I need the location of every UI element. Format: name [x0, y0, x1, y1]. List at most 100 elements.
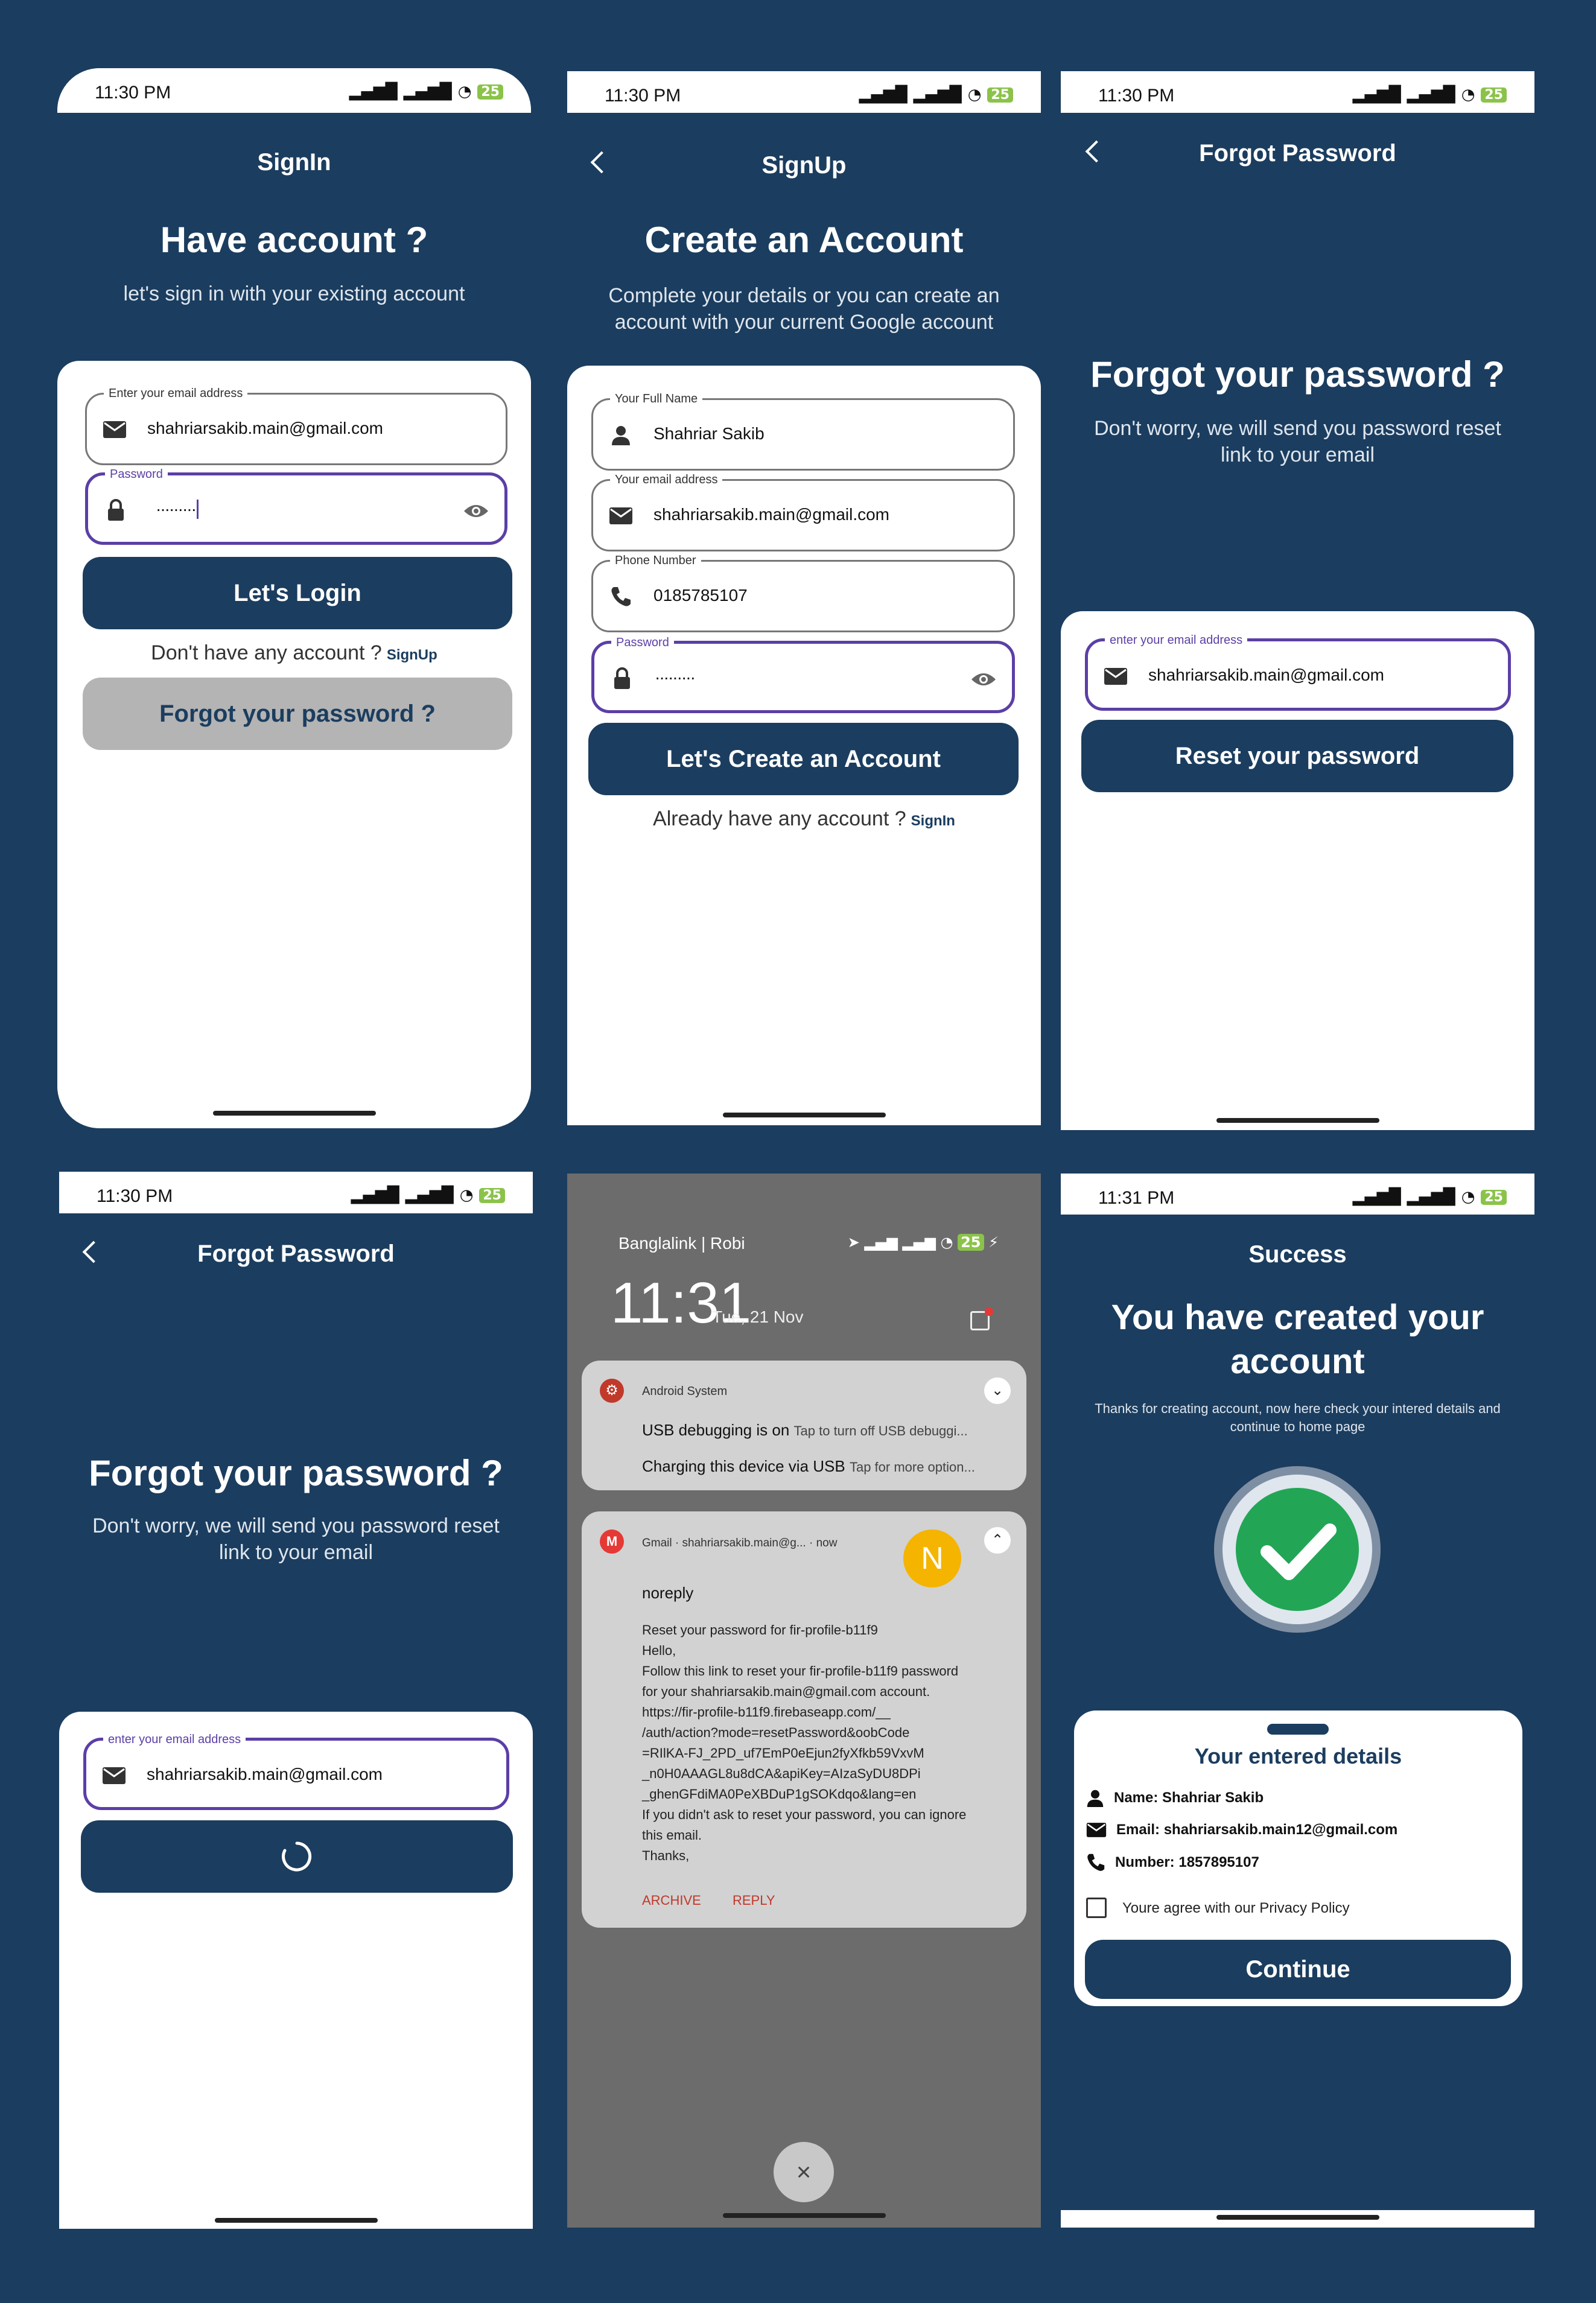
login-button[interactable]: Let's Login: [83, 557, 512, 629]
date: Tue, 21 Nov: [712, 1307, 804, 1326]
battery-icon: 25: [1481, 1189, 1507, 1205]
gmail-header: Gmail · shahriarsakib.main@g... · now: [642, 1537, 838, 1549]
signup-link[interactable]: SignUp: [387, 647, 437, 663]
gmail-notification[interactable]: M Gmail · shahriarsakib.main@g... · now …: [582, 1511, 1026, 1928]
home-indicator: [1216, 2215, 1379, 2220]
loading-spinner-icon: [282, 1841, 312, 1872]
battery-icon: 25: [1481, 87, 1507, 103]
email-body-line: Follow this link to reset your fir-profi…: [642, 1663, 959, 1679]
status-time: 11:30 PM: [605, 86, 681, 106]
collapse-icon[interactable]: ⌃: [984, 1527, 1011, 1554]
archive-button[interactable]: ARCHIVE: [642, 1893, 701, 1908]
phone-field[interactable]: Phone Number 0185785107: [591, 553, 1015, 632]
email-field-value: shahriarsakib.main@gmail.com: [147, 1765, 383, 1784]
reset-password-button-loading[interactable]: [81, 1820, 513, 1893]
battery-icon: 25: [477, 84, 503, 100]
full-name-field[interactable]: Your Full Name Shahriar Sakib: [591, 392, 1015, 471]
email-body-line: Thanks,: [642, 1848, 690, 1863]
forgot-password-button[interactable]: Forgot your password ?: [83, 678, 512, 750]
gmail-account: shahriarsakib.main@g...: [682, 1537, 806, 1549]
email-field[interactable]: Your email address shahriarsakib.main@gm…: [591, 472, 1015, 551]
full-name-label: Your Full Name: [610, 392, 703, 406]
reply-button[interactable]: REPLY: [733, 1893, 775, 1908]
email-field-value: shahriarsakib.main@gmail.com: [1148, 665, 1385, 684]
signup-screen: 11:30 PM ▂▄▆█ ▂▄▆█ ◔ 25 SignUp Create an Ac…: [567, 71, 1041, 1125]
drag-handle[interactable]: [1267, 1724, 1329, 1735]
system-app-name: Android System: [642, 1385, 728, 1398]
email-body-line: =RIlKA-FJ_2PD_uf7EmP0eEjun2fyXfkb59VxvM: [642, 1746, 924, 1761]
status-icons: ▂▄▆█ ▂▄▆█ ◔ 25: [1353, 1188, 1507, 1206]
android-system-icon: ⚙: [600, 1379, 624, 1403]
forgot-subtitle: Don't worry, we will send you password r…: [1094, 417, 1501, 466]
detail-number-text: Number: 1857895107: [1115, 1854, 1259, 1870]
password-field[interactable]: Password ·········: [591, 635, 1015, 713]
email-body-line: Hello,: [642, 1643, 676, 1658]
reset-password-button[interactable]: Reset your password: [1081, 720, 1513, 792]
status-bar: 11:30 PM ▂▄▆█ ▂▄▆█ ◔ 25: [567, 71, 1041, 116]
signin-link[interactable]: SignIn: [911, 813, 955, 829]
mail-icon: [101, 1762, 127, 1789]
eye-icon[interactable]: [461, 496, 491, 526]
forgot-title: Forgot your password ?: [89, 1453, 503, 1493]
email-body-line: If you didn't ask to reset your password…: [642, 1807, 967, 1822]
status-icons: ▂▄▆█ ▂▄▆█ ◔ 25: [1353, 86, 1507, 104]
continue-button[interactable]: Continue: [1085, 1940, 1511, 1999]
forgot-password-screen: 11:30 PM ▂▄▆█ ▂▄▆█ ◔ 25 Forgot Password For…: [1061, 71, 1534, 1130]
person-icon: [1087, 1790, 1104, 1807]
clear-all-button[interactable]: ×: [774, 2142, 834, 2202]
email-body-line: _ghenGFdiMA0PeXBDuP1gSOKdqo&lang=en: [642, 1787, 917, 1802]
password-field-label: Password: [105, 467, 168, 481]
email-field-label: Enter your email address: [104, 386, 248, 401]
password-field-value: ·········: [156, 500, 199, 519]
detail-email-text: Email: shahriarsakib.main12@gmail.com: [1116, 1822, 1398, 1838]
phone-icon: [1087, 1854, 1105, 1871]
charge-text: Tap for more option...: [849, 1460, 975, 1475]
privacy-checkbox[interactable]: [1086, 1898, 1107, 1918]
signin-screen: 11:30 PM ▂▄▆█ ▂▄▆█ ◔ 25 SignIn Have account…: [57, 68, 531, 1128]
email-field[interactable]: enter your email address shahriarsakib.m…: [83, 1732, 509, 1810]
detail-name-text: Name: Shahriar Sakib: [1114, 1790, 1264, 1806]
details-title: Your entered details: [1194, 1744, 1402, 1768]
gmail-time: now: [816, 1537, 838, 1549]
phone-field-label: Phone Number: [610, 553, 701, 568]
email-field[interactable]: Enter your email address shahriarsakib.m…: [85, 386, 507, 465]
password-field-label: Password: [611, 635, 674, 650]
status-time: 11:30 PM: [1098, 86, 1175, 106]
battery-icon: 25: [987, 87, 1013, 103]
lock-icon: [103, 497, 129, 524]
notification-shade-screen: Banglalink | Robi ➤ ▂▄▆ ▂▄▆ ◔ 25 ⚡ 11:31…: [567, 1174, 1041, 2228]
gmail-app: Gmail: [642, 1537, 672, 1549]
page-title: Forgot Password: [1199, 140, 1396, 167]
email-field[interactable]: enter your email address shahriarsakib.m…: [1085, 633, 1511, 711]
red-dot-icon: [985, 1307, 993, 1316]
detail-name: Name: Shahriar Sakib: [1086, 1789, 1264, 1807]
mail-icon: [1086, 1823, 1107, 1837]
email-body-line: https://fir-profile-b11f9.firebaseapp.co…: [642, 1704, 891, 1720]
status-bar: 11:31 PM ▂▄▆█ ▂▄▆█ ◔ 25: [1061, 1174, 1534, 1218]
battery-icon: 25: [479, 1187, 505, 1203]
expand-icon[interactable]: ⌄: [984, 1377, 1011, 1404]
detail-number: Number: 1857895107: [1086, 1853, 1259, 1872]
home-indicator: [1216, 1118, 1379, 1123]
mail-icon: [608, 503, 634, 529]
signin-subtitle: let's sign in with your existing account: [123, 282, 465, 305]
create-account-button[interactable]: Let's Create an Account: [588, 723, 1019, 795]
status-icons: ▂▄▆█ ▂▄▆█ ◔ 25: [349, 83, 503, 101]
usb-text: Tap to turn off USB debuggi...: [793, 1423, 968, 1438]
email-body-line: _n0H0AAAGL8u8dCA&apiKey=AIzaSyDU8DPi: [642, 1766, 921, 1781]
status-time: 11:30 PM: [97, 1186, 173, 1206]
usb-debug-row: USB debugging is on Tap to turn off USB …: [642, 1421, 968, 1440]
phone-field-value: 0185785107: [653, 586, 748, 605]
mail-icon: [101, 416, 128, 443]
person-icon: [608, 422, 634, 448]
email-body-line: this email.: [642, 1828, 702, 1843]
battery-icon: 25: [958, 1234, 984, 1251]
success-title-line2: account: [1230, 1342, 1365, 1381]
email-field-label: enter your email address: [103, 1732, 246, 1747]
eye-icon[interactable]: [968, 664, 999, 694]
email-body-line: for your shahriarsakib.main@gmail.com ac…: [642, 1684, 930, 1699]
password-field[interactable]: Password ·········: [85, 467, 507, 545]
signup-prompt-text: Don't have any account ?: [151, 641, 382, 664]
system-notification[interactable]: ⚙ Android System ⌄ USB debugging is on T…: [582, 1361, 1026, 1490]
forgot-subtitle: Don't worry, we will send you password r…: [92, 1514, 500, 1564]
